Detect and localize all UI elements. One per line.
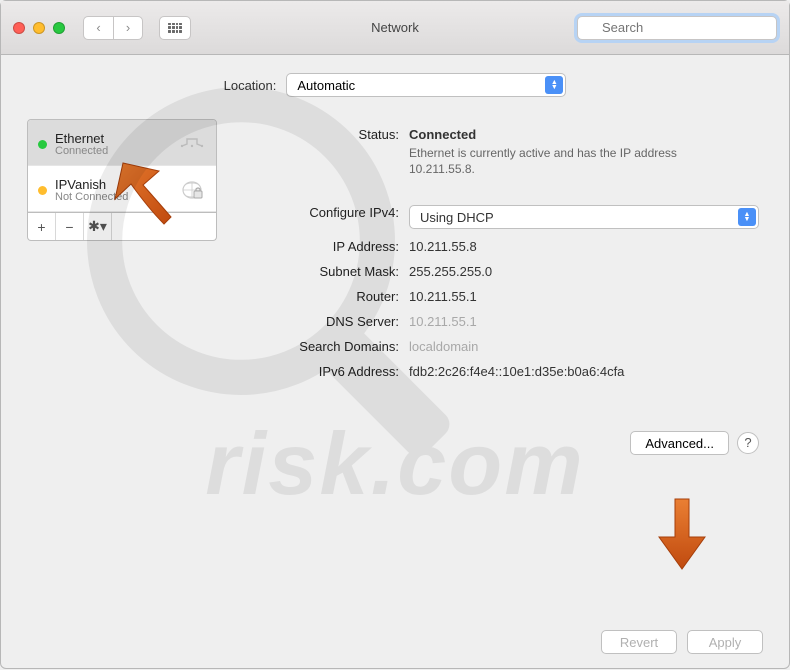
forward-button[interactable]: › (113, 16, 143, 40)
chevron-left-icon: ‹ (96, 20, 100, 35)
search-domains-value: localdomain (409, 339, 759, 354)
status-dot-green-icon (38, 140, 47, 149)
status-row: Status: Connected Ethernet is currently … (229, 127, 759, 177)
ip-value: 10.211.55.8 (409, 239, 759, 254)
subnet-value: 255.255.255.0 (409, 264, 759, 279)
sidebar-item-name: IPVanish (55, 177, 170, 192)
configure-ipv4-value: Using DHCP ▲▼ (409, 205, 759, 229)
configure-ipv4-select[interactable]: Using DHCP ▲▼ (409, 205, 759, 229)
sidebar-footer: + − ✱▾ (27, 213, 217, 241)
chevron-right-icon: › (126, 20, 130, 35)
configure-ipv4-label: Configure IPv4: (229, 205, 409, 229)
window-controls (13, 22, 65, 34)
updown-icon: ▲▼ (738, 208, 756, 226)
sidebar-item-text: IPVanish Not Connected (55, 177, 170, 203)
close-icon[interactable] (13, 22, 25, 34)
sidebar-item-ethernet[interactable]: Ethernet Connected (28, 120, 216, 166)
ip-label: IP Address: (229, 239, 409, 254)
location-label: Location: (224, 78, 277, 93)
dns-row: DNS Server: 10.211.55.1 (229, 314, 759, 329)
action-menu-button[interactable]: ✱▾ (84, 213, 112, 240)
status-value-block: Connected Ethernet is currently active a… (409, 127, 759, 177)
sidebar-item-status: Not Connected (55, 191, 170, 203)
minimize-icon[interactable] (33, 22, 45, 34)
search-domains-label: Search Domains: (229, 339, 409, 354)
plus-icon: + (37, 219, 45, 235)
status-value: Connected (409, 127, 759, 142)
apply-button[interactable]: Apply (687, 630, 763, 654)
ipv6-row: IPv6 Address: fdb2:2c26:f4e4::10e1:d35e:… (229, 364, 759, 379)
ipv6-value: fdb2:2c26:f4e4::10e1:d35e:b0a6:4cfa (409, 364, 759, 379)
search-domains-row: Search Domains: localdomain (229, 339, 759, 354)
content-area: Location: Automatic ▲▼ Ethernet Connecte… (1, 55, 789, 670)
back-button[interactable]: ‹ (83, 16, 113, 40)
panels: Ethernet Connected IPVanish Not Connecte… (27, 119, 763, 547)
sidebar-item-status: Connected (55, 145, 170, 157)
status-dot-amber-icon (38, 186, 47, 195)
titlebar: ‹ › Network (1, 1, 789, 55)
zoom-icon[interactable] (53, 22, 65, 34)
search-container (577, 16, 777, 40)
router-value: 10.211.55.1 (409, 289, 759, 304)
minus-icon: − (65, 219, 73, 235)
dns-label: DNS Server: (229, 314, 409, 329)
configure-ipv4-selected: Using DHCP (420, 210, 494, 225)
location-row: Location: Automatic ▲▼ (27, 73, 763, 97)
updown-icon: ▲▼ (545, 76, 563, 94)
gear-icon: ✱▾ (88, 218, 107, 235)
sidebar-item-text: Ethernet Connected (55, 131, 170, 157)
detail-panel: Status: Connected Ethernet is currently … (229, 119, 763, 547)
sidebar-item-name: Ethernet (55, 131, 170, 146)
grid-icon (168, 23, 182, 33)
advanced-button[interactable]: Advanced... (630, 431, 729, 455)
sidebar-item-ipvanish[interactable]: IPVanish Not Connected (28, 166, 216, 212)
status-label: Status: (229, 127, 409, 177)
ethernet-icon (178, 133, 206, 155)
nav-back-forward: ‹ › (83, 16, 143, 40)
vpn-lock-icon (178, 179, 206, 201)
show-all-button[interactable] (159, 16, 191, 40)
subnet-row: Subnet Mask: 255.255.255.0 (229, 264, 759, 279)
subnet-label: Subnet Mask: (229, 264, 409, 279)
detail-bottom-row: Advanced... ? (229, 431, 759, 455)
revert-button[interactable]: Revert (601, 630, 677, 654)
footer-buttons: Revert Apply (601, 630, 763, 654)
router-row: Router: 10.211.55.1 (229, 289, 759, 304)
add-connection-button[interactable]: + (28, 213, 56, 240)
sidebar-column: Ethernet Connected IPVanish Not Connecte… (27, 119, 217, 547)
location-value: Automatic (297, 78, 355, 93)
ip-row: IP Address: 10.211.55.8 (229, 239, 759, 254)
location-select[interactable]: Automatic ▲▼ (286, 73, 566, 97)
router-label: Router: (229, 289, 409, 304)
remove-connection-button[interactable]: − (56, 213, 84, 240)
status-subtext: Ethernet is currently active and has the… (409, 146, 729, 177)
search-input[interactable] (577, 16, 777, 40)
connection-sidebar: Ethernet Connected IPVanish Not Connecte… (27, 119, 217, 213)
dns-value: 10.211.55.1 (409, 314, 759, 329)
configure-ipv4-row: Configure IPv4: Using DHCP ▲▼ (229, 205, 759, 229)
ipv6-label: IPv6 Address: (229, 364, 409, 379)
help-button[interactable]: ? (737, 432, 759, 454)
